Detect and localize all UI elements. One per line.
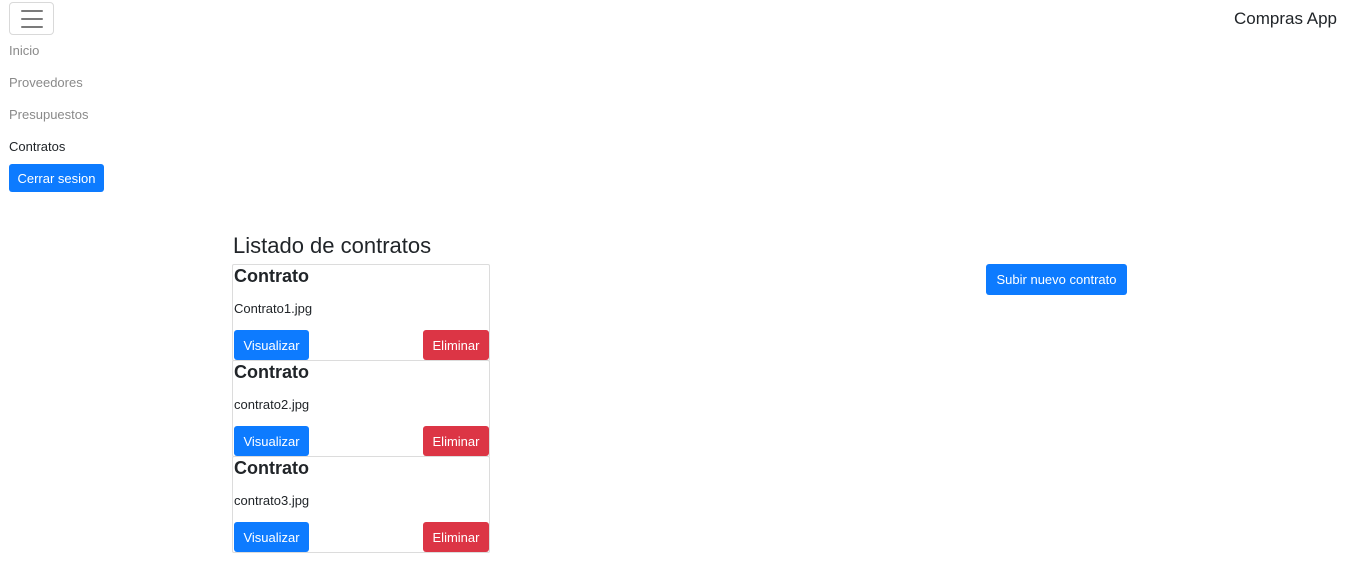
page: Compras App Inicio Proveedores Presupues… bbox=[0, 0, 1352, 568]
navbar-brand[interactable]: Compras App bbox=[1234, 9, 1337, 29]
contract-filename: contrato3.jpg bbox=[234, 493, 310, 508]
contract-filename: Contrato1.jpg bbox=[234, 301, 313, 316]
hamburger-menu-icon-line bbox=[20, 17, 43, 20]
contract-title: Contrato bbox=[234, 266, 309, 286]
upload-contract-button[interactable]: Subir nuevo contrato bbox=[986, 264, 1127, 295]
nav-item-presupuestos[interactable]: Presupuestos bbox=[9, 106, 89, 138]
nav-item-inicio[interactable]: Inicio bbox=[9, 42, 89, 74]
hamburger-menu-icon bbox=[20, 9, 43, 12]
delete-contract-button[interactable]: Eliminar bbox=[423, 426, 489, 456]
contract-card: Contrato contrato3.jpg Visualizar Elimin… bbox=[232, 456, 490, 553]
view-contract-button[interactable]: Visualizar bbox=[234, 330, 309, 360]
contract-filename: contrato2.jpg bbox=[234, 397, 310, 412]
contract-card: Contrato Contrato1.jpg Visualizar Elimin… bbox=[232, 264, 490, 361]
contract-title: Contrato bbox=[234, 458, 309, 478]
view-contract-button[interactable]: Visualizar bbox=[234, 522, 309, 552]
hamburger-menu-icon-line bbox=[20, 25, 43, 28]
navbar-toggler-button[interactable] bbox=[9, 2, 54, 35]
view-contract-button[interactable]: Visualizar bbox=[234, 426, 309, 456]
logout-button[interactable]: Cerrar sesion bbox=[9, 164, 104, 192]
nav-menu: Inicio Proveedores Presupuestos Contrato… bbox=[9, 42, 89, 170]
contract-title: Contrato bbox=[234, 362, 309, 382]
contract-list: Contrato Contrato1.jpg Visualizar Elimin… bbox=[232, 264, 490, 553]
delete-contract-button[interactable]: Eliminar bbox=[423, 330, 489, 360]
nav-item-proveedores[interactable]: Proveedores bbox=[9, 74, 89, 106]
delete-contract-button[interactable]: Eliminar bbox=[423, 522, 489, 552]
page-title: Listado de contratos bbox=[233, 233, 432, 258]
contract-card: Contrato contrato2.jpg Visualizar Elimin… bbox=[232, 360, 490, 457]
